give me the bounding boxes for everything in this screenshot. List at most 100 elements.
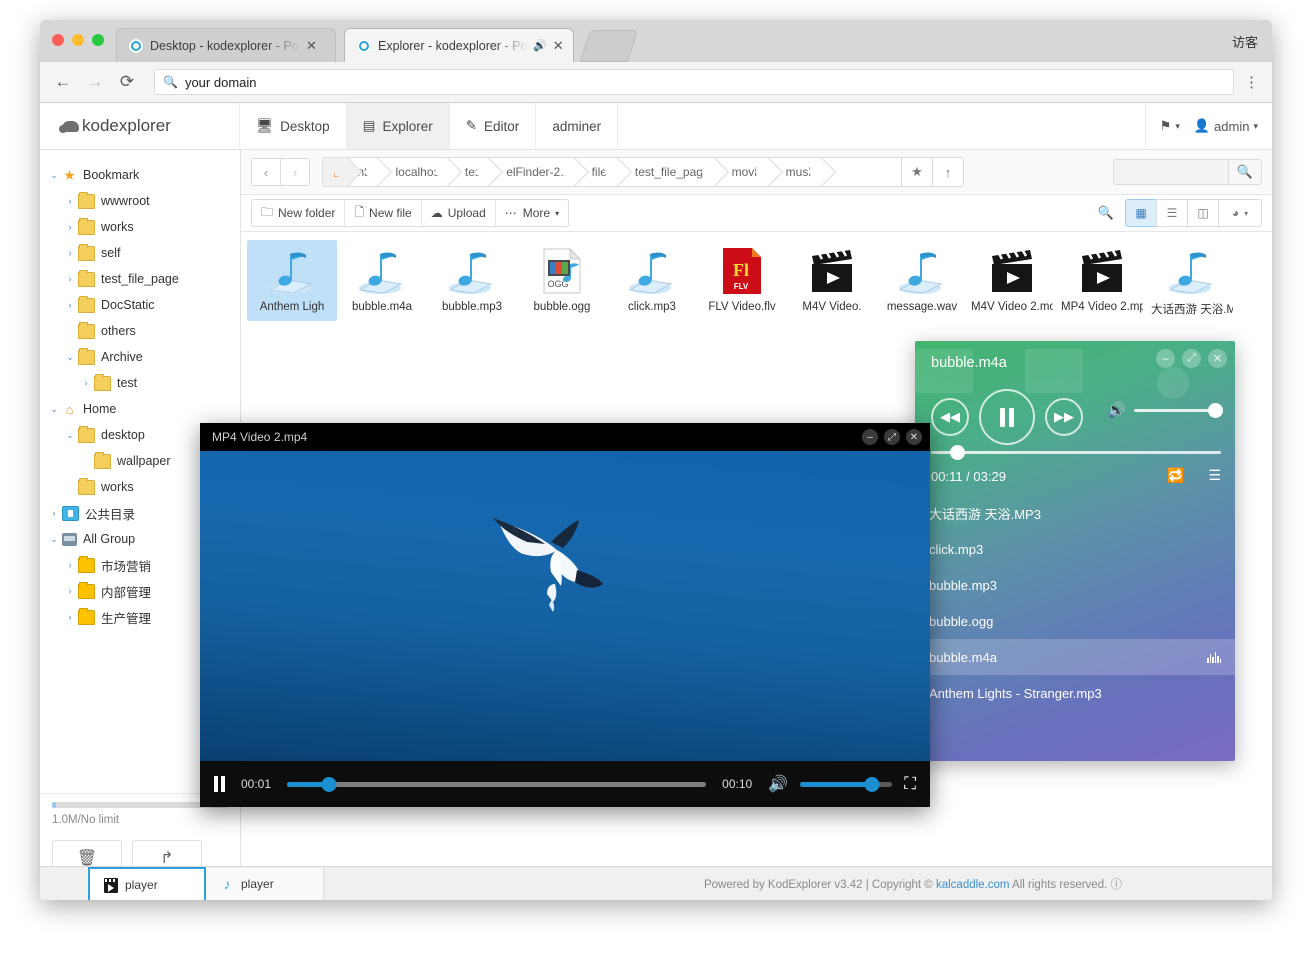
speaker-icon[interactable]: 🔊: [768, 774, 788, 794]
video-volume-knob[interactable]: [864, 776, 880, 792]
reload-icon[interactable]: ⟳: [114, 69, 140, 95]
playlist-item[interactable]: bubble.ogg: [915, 603, 1235, 639]
sidebar-tree-item[interactable]: ⌄ ⌂ Home: [40, 396, 240, 422]
seek-knob[interactable]: [950, 445, 966, 460]
minimize-window-button[interactable]: [72, 34, 84, 46]
close-icon[interactable]: ✕: [906, 429, 922, 445]
file-item[interactable]: 大话西游 天浴.MP3: [1147, 240, 1237, 321]
playlist-item[interactable]: Anthem Lights - Stranger.mp3: [915, 675, 1235, 711]
close-icon[interactable]: ✕: [1208, 349, 1227, 368]
taskbar-item-video-player[interactable]: player: [88, 867, 206, 900]
maximize-icon[interactable]: ⤢: [1182, 349, 1201, 368]
minimize-icon[interactable]: –: [862, 429, 878, 445]
sidebar-tree-item[interactable]: › test_file_page: [40, 266, 240, 292]
chevron-right-icon[interactable]: ›: [62, 248, 78, 258]
pause-icon[interactable]: [979, 389, 1035, 445]
sidebar-tree-item[interactable]: › DocStatic: [40, 292, 240, 318]
music-seek-slider[interactable]: [931, 445, 1221, 460]
video-player-window[interactable]: MP4 Video 2.mp4 – ⤢ ✕ 00:01 00:10 🔊 ⛶: [200, 423, 930, 807]
video-progress-slider[interactable]: [287, 776, 707, 792]
maximize-window-button[interactable]: [92, 34, 104, 46]
nav-item-editor[interactable]: ✎ Editor: [450, 103, 537, 149]
sidebar-tree-item[interactable]: › works: [40, 214, 240, 240]
chevron-right-icon[interactable]: ›: [62, 274, 78, 284]
sidebar-tree-item[interactable]: ⌄ ★ Bookmark: [40, 162, 240, 188]
close-window-button[interactable]: [52, 34, 64, 46]
theme-icon[interactable]: ◕ ▾: [1218, 199, 1262, 227]
playlist-item[interactable]: bubble.m4a: [915, 639, 1235, 675]
breadcrumb-item[interactable]: test_file_page: [621, 158, 718, 186]
chevron-down-icon[interactable]: ⌄: [46, 534, 62, 545]
sidebar-tree-item[interactable]: ⌄ Archive: [40, 344, 240, 370]
repeat-icon[interactable]: 🔁: [1167, 467, 1184, 484]
star-icon[interactable]: ★: [901, 158, 932, 186]
playlist-item[interactable]: click.mp3: [915, 531, 1235, 567]
minimize-icon[interactable]: –: [1156, 349, 1175, 368]
playlist-item[interactable]: bubble.mp3: [915, 567, 1235, 603]
nav-item-explorer[interactable]: ▤ Explorer: [346, 103, 450, 149]
new-folder-button[interactable]: 🗀 New folder: [252, 200, 346, 226]
chevron-right-icon[interactable]: ›: [62, 612, 78, 622]
nav-user-menu[interactable]: 👤 admin ▾: [1194, 103, 1272, 149]
more-button[interactable]: ⋯ More ▾: [495, 200, 569, 226]
rewind-icon[interactable]: ◀◀: [931, 398, 969, 436]
file-item[interactable]: Fl FLV FLV Video.flv: [697, 240, 787, 321]
file-item[interactable]: M4V Video.: [787, 240, 877, 321]
chevron-right-icon[interactable]: ›: [62, 560, 78, 570]
taskbar-item-music-player[interactable]: ♪ player: [206, 868, 324, 900]
new-file-button[interactable]: 🗋 New file: [345, 200, 422, 226]
file-item[interactable]: bubble.mp3: [427, 240, 517, 321]
chevron-down-icon[interactable]: ⌄: [62, 430, 78, 441]
new-tab-button[interactable]: [579, 30, 639, 62]
nav-item-adminer[interactable]: adminer: [536, 103, 619, 149]
chevron-down-icon[interactable]: ⌄: [46, 404, 62, 415]
sidebar-tree-item[interactable]: ›others: [40, 318, 240, 344]
chevron-down-icon[interactable]: ⌄: [46, 170, 62, 181]
breadcrumb-home[interactable]: ⌂: [323, 158, 352, 186]
chevron-right-icon[interactable]: ›: [78, 378, 94, 388]
sidebar-tree-item[interactable]: › test: [40, 370, 240, 396]
file-item[interactable]: OGG bubble.ogg: [517, 240, 607, 321]
hamburger-menu-icon[interactable]: ☰: [1208, 467, 1221, 484]
search-icon[interactable]: 🔍: [1228, 159, 1262, 185]
back-arrow-icon[interactable]: ←: [50, 69, 76, 95]
video-volume-slider[interactable]: [800, 776, 893, 792]
history-back-button[interactable]: ‹: [251, 158, 281, 186]
fast-forward-icon[interactable]: ▶▶: [1045, 398, 1083, 436]
app-logo[interactable]: kodexplorer: [40, 103, 240, 149]
video-progress-knob[interactable]: [321, 776, 337, 792]
chevron-right-icon[interactable]: ›: [62, 196, 78, 206]
volume-knob[interactable]: [1208, 402, 1223, 418]
history-forward-button[interactable]: ›: [281, 158, 310, 186]
tab-audio-icon[interactable]: 🔊: [533, 39, 547, 52]
maximize-icon[interactable]: ⤢: [884, 429, 900, 445]
playlist-item[interactable]: 大话西游 天浴.MP3: [915, 495, 1235, 531]
browser-tab-explorer[interactable]: Explorer - kodexplorer - Pow 🔊 ✕: [344, 28, 574, 62]
pause-icon[interactable]: [214, 776, 225, 792]
zoom-icon[interactable]: 🔍: [1093, 205, 1119, 221]
chevron-right-icon[interactable]: ›: [46, 508, 62, 518]
file-item[interactable]: message.wav: [877, 240, 967, 321]
split-view-icon[interactable]: ◫: [1187, 199, 1218, 227]
address-bar[interactable]: 🔍 your domain: [154, 69, 1234, 95]
fullscreen-icon[interactable]: ⛶: [904, 774, 916, 794]
file-item[interactable]: Anthem Ligh: [247, 240, 337, 321]
chevron-right-icon[interactable]: ›: [62, 222, 78, 232]
chevron-right-icon[interactable]: ›: [62, 300, 78, 310]
grid-view-icon[interactable]: ▦: [1125, 199, 1156, 227]
file-item[interactable]: click.mp3: [607, 240, 697, 321]
file-item[interactable]: MP4 Video 2.mp4: [1057, 240, 1147, 321]
chevron-down-icon[interactable]: ⌄: [62, 352, 78, 363]
sidebar-tree-item[interactable]: › self: [40, 240, 240, 266]
tab-close-icon[interactable]: ✕: [306, 38, 317, 54]
tab-close-icon[interactable]: ✕: [553, 38, 564, 54]
chevron-right-icon[interactable]: ›: [62, 586, 78, 596]
file-item[interactable]: bubble.m4a: [337, 240, 427, 321]
volume-slider[interactable]: [1133, 402, 1223, 418]
search-input[interactable]: [1113, 159, 1228, 185]
nav-flag-menu[interactable]: ⚑ ▾: [1146, 103, 1194, 149]
forward-arrow-icon[interactable]: →: [82, 69, 108, 95]
info-icon[interactable]: ⓘ: [1111, 879, 1123, 891]
nav-item-desktop[interactable]: 🖥 Desktop: [240, 103, 347, 149]
list-view-icon[interactable]: ☰: [1156, 199, 1187, 227]
